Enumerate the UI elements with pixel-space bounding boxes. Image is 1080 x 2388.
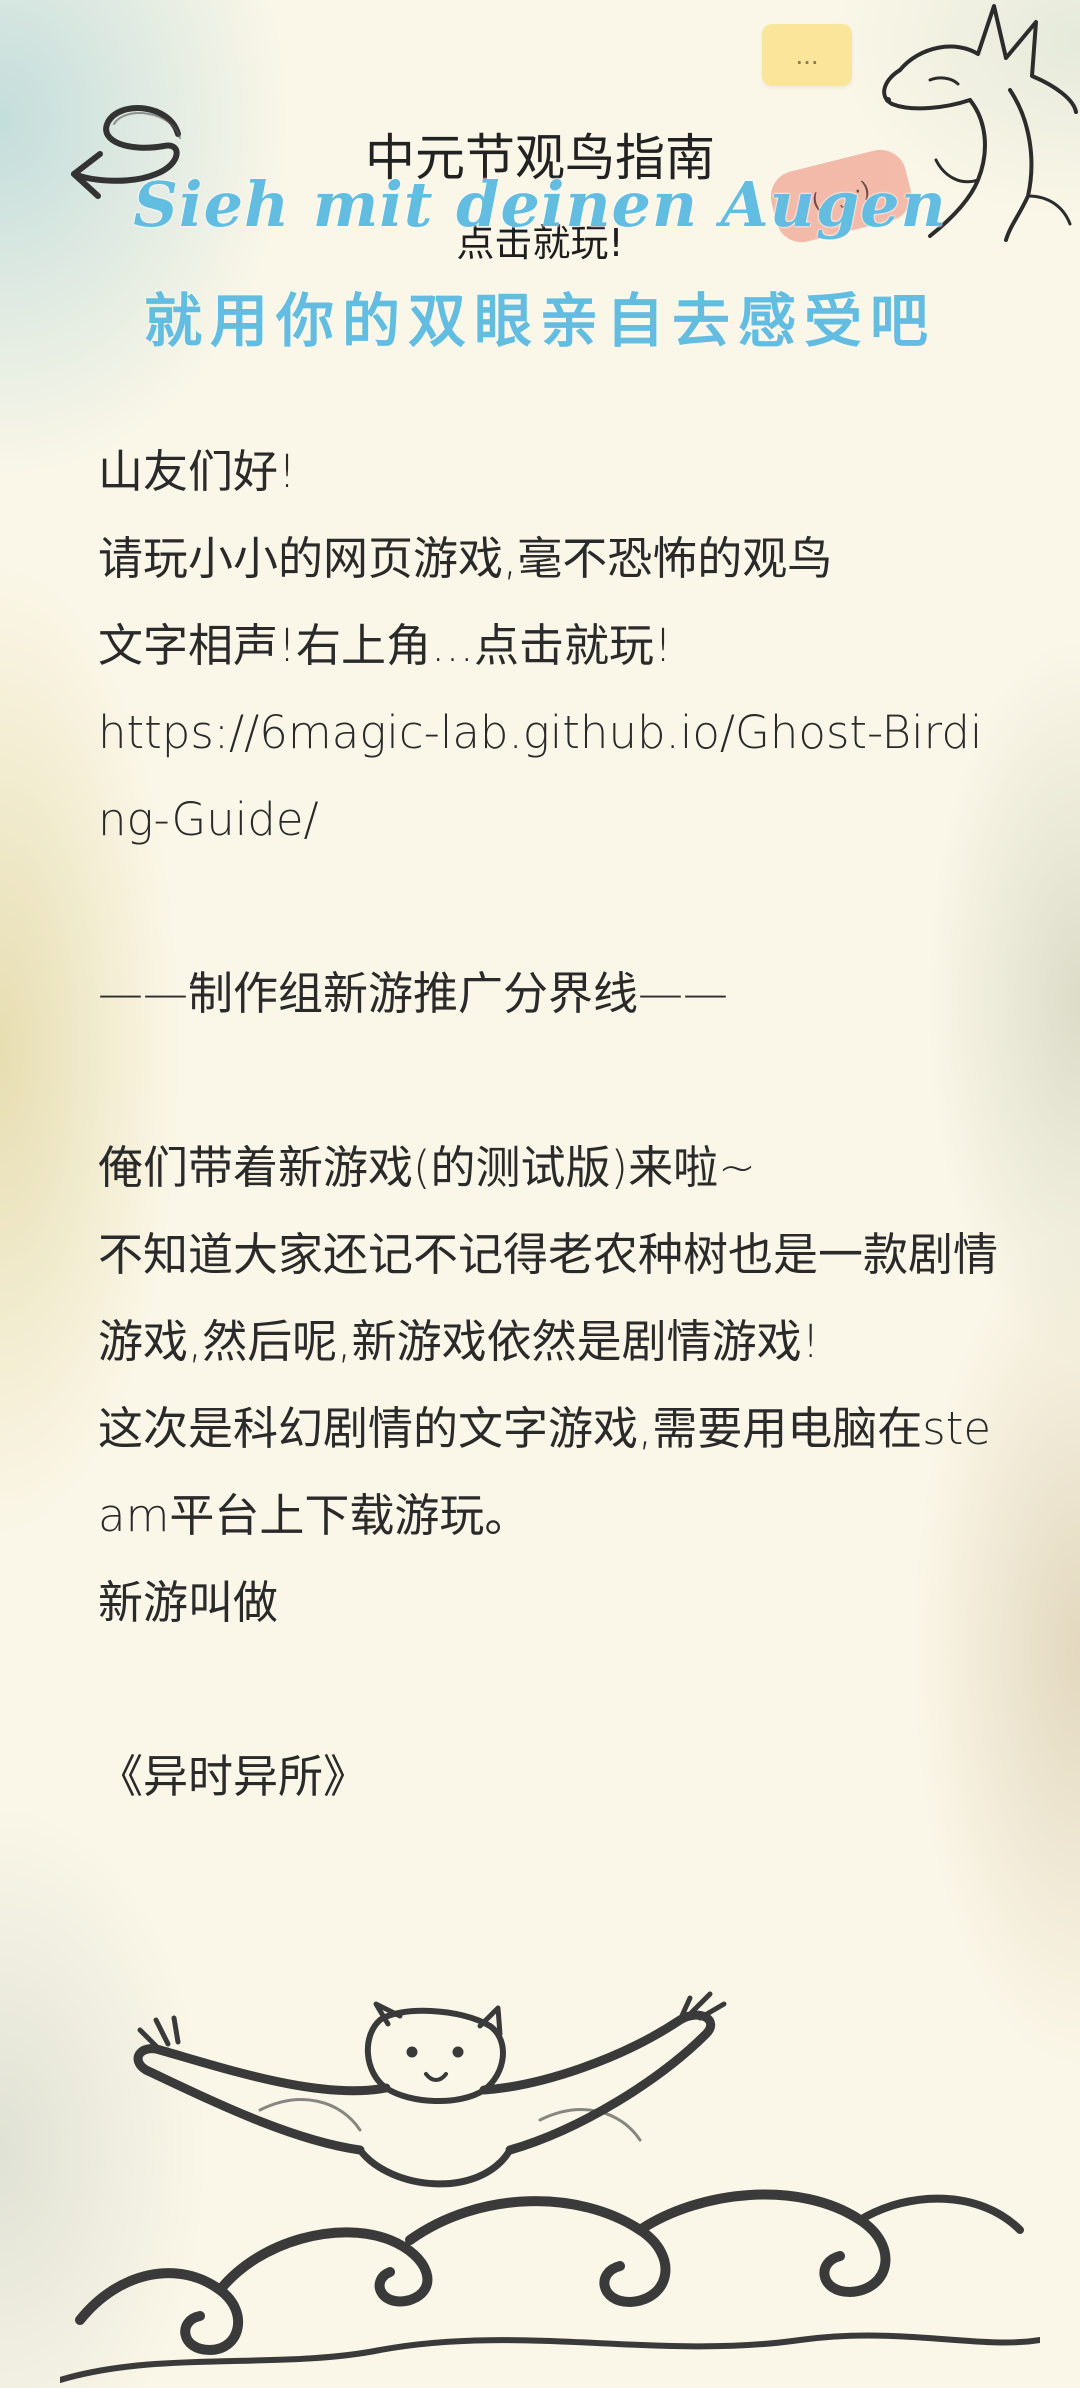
game-name: 《异时异所》 [98,1750,369,1803]
ink-creature-illustration-icon [60,1991,1040,2383]
promo-divider: ——制作组新游推广分界线—— [98,967,729,1020]
more-menu-label: ... [795,39,819,70]
paragraph-4: 新游叫做 [98,1576,279,1629]
intro-line-1: 请玩小小的网页游戏,毫不恐怖的观鸟 [98,532,833,585]
paragraph-2: 不知道大家还记不记得老农种树也是一款剧情游戏,然后呢,新游戏依然是剧情游戏! [98,1228,999,1368]
greeting: 山友们好! [98,445,297,498]
article-body: 山友们好! 请玩小小的网页游戏,毫不恐怖的观鸟 文字相声!右上角...点击就玩!… [98,428,1002,1820]
chinese-tagline: 就用你的双眼亲自去感受吧 [143,287,936,355]
german-tagline: Sieh mit deinen Augen [133,168,947,241]
more-menu-button[interactable]: ... [762,24,852,86]
game-link[interactable]: https://6magic-lab.github.io/Ghost-Birdi… [98,706,982,846]
intro-line-2: 文字相声!右上角...点击就玩! [98,619,672,672]
paragraph-1: 俺们带着新游戏(的测试版)来啦~ [98,1141,756,1194]
paragraph-3: 这次是科幻剧情的文字游戏,需要用电脑在steam平台上下载游玩。 [98,1402,992,1542]
